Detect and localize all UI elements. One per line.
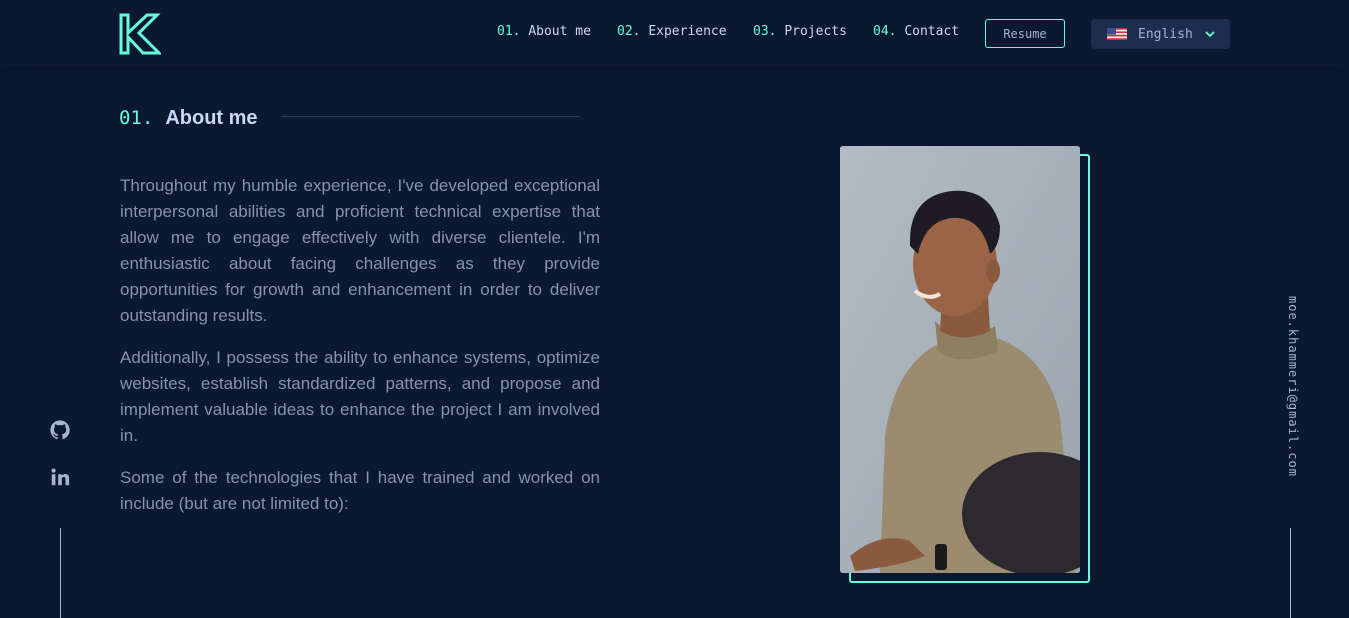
section-title: About me bbox=[165, 106, 258, 129]
language-select[interactable]: English bbox=[1091, 19, 1230, 49]
nav-contact[interactable]: 04. Contact bbox=[873, 24, 959, 39]
nav-number: 04. bbox=[873, 24, 897, 39]
us-flag-icon bbox=[1107, 28, 1127, 40]
nav-number: 03. bbox=[753, 24, 777, 39]
site-header: 01. About me 02. Experience 03. Projects… bbox=[0, 0, 1349, 67]
section-number: 01. bbox=[119, 107, 154, 129]
profile-photo[interactable] bbox=[840, 146, 1080, 573]
email-link[interactable]: moe.khammeri@gmail.com bbox=[1282, 296, 1300, 491]
about-paragraph-3: Some of the technologies that I have tra… bbox=[120, 468, 600, 513]
portrait-illustration bbox=[840, 146, 1080, 573]
nav-about-me[interactable]: 01. About me bbox=[497, 24, 591, 39]
left-side-line bbox=[60, 528, 61, 618]
heading-divider bbox=[281, 116, 580, 117]
nav-number: 01. bbox=[497, 24, 521, 39]
resume-button[interactable]: Resume bbox=[985, 19, 1065, 48]
nav-label: Experience bbox=[648, 24, 727, 39]
language-label: English bbox=[1138, 26, 1193, 42]
nav-number: 02. bbox=[617, 24, 641, 39]
right-side-line bbox=[1290, 528, 1291, 618]
chevron-down-icon bbox=[1205, 31, 1215, 38]
nav-projects[interactable]: 03. Projects bbox=[753, 24, 847, 39]
section-heading: 01. About me bbox=[119, 105, 258, 131]
linkedin-icon[interactable] bbox=[49, 466, 71, 488]
about-text: Throughout my humble experience, I've de… bbox=[120, 173, 600, 533]
nav-label: About me bbox=[528, 24, 591, 39]
nav-label: Contact bbox=[904, 24, 960, 39]
k-logo-icon[interactable] bbox=[119, 13, 161, 55]
nav-label: Projects bbox=[784, 24, 847, 39]
about-paragraph-1: Throughout my humble experience, I've de… bbox=[120, 176, 600, 325]
about-paragraph-2: Additionally, I possess the ability to e… bbox=[120, 348, 600, 445]
github-icon[interactable] bbox=[49, 419, 71, 441]
nav-experience[interactable]: 02. Experience bbox=[617, 24, 727, 39]
